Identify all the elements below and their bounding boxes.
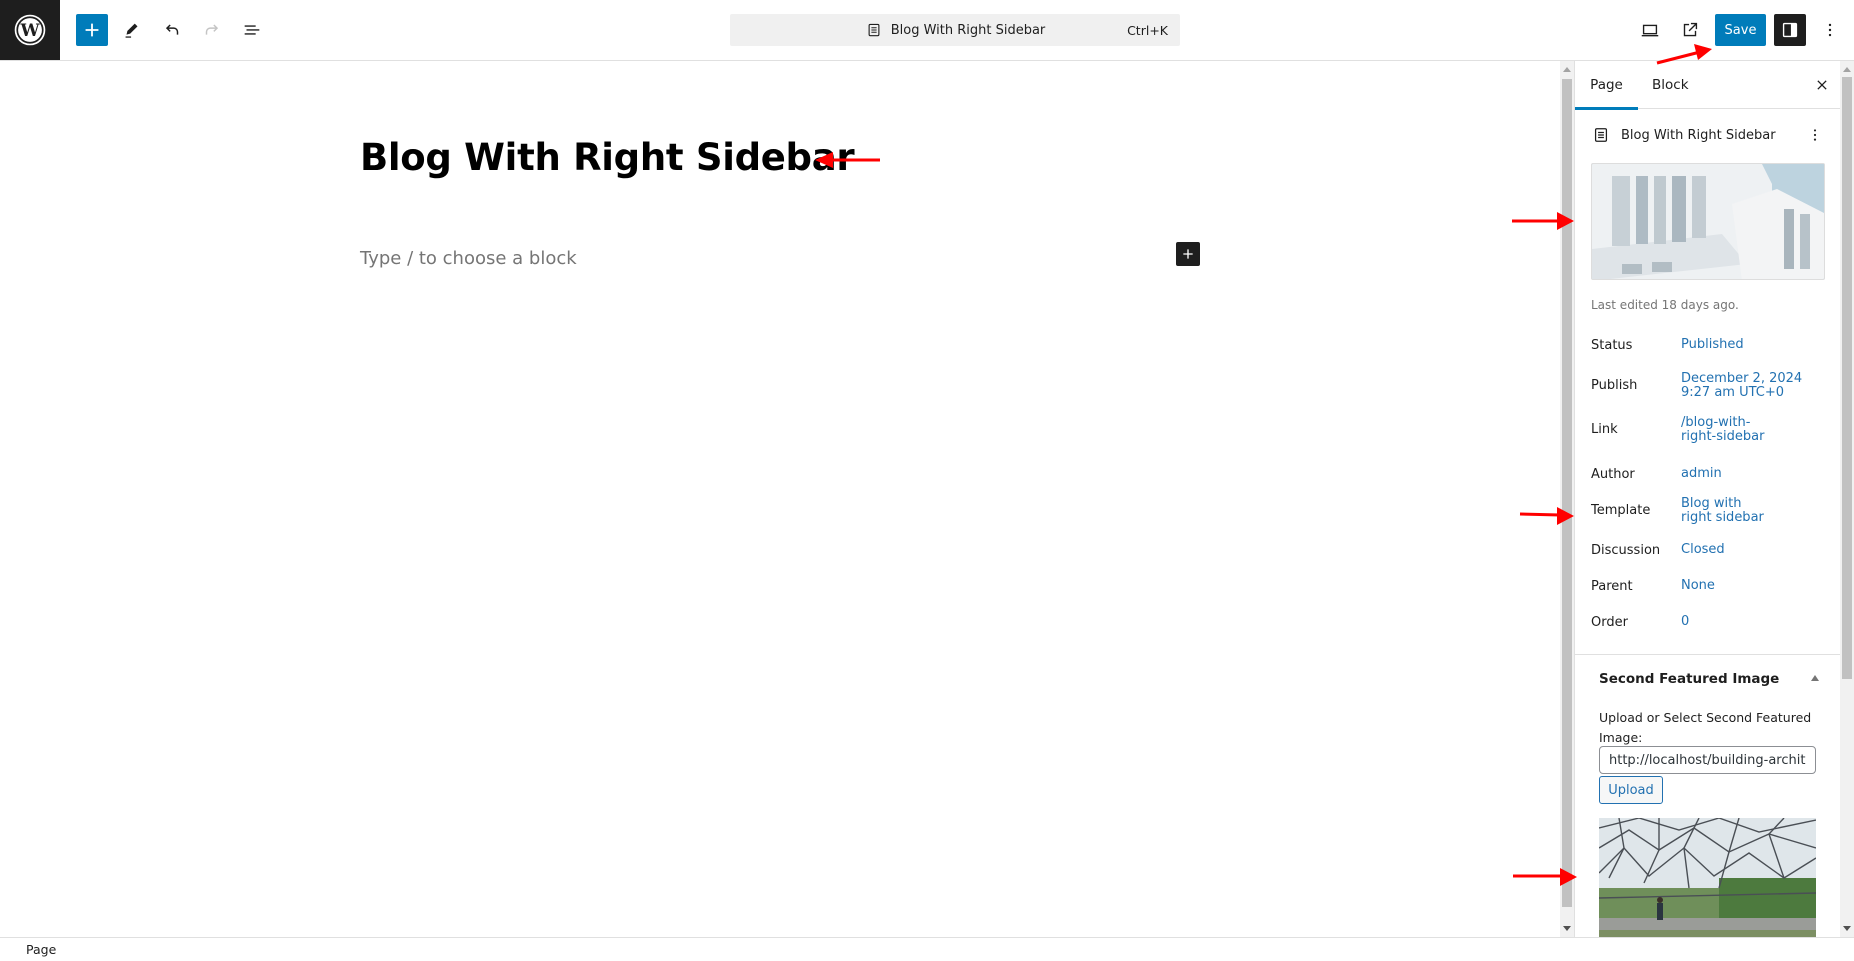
command-bar-title: Blog With Right Sidebar — [890, 22, 1046, 38]
settings-sidebar-toggle[interactable] — [1774, 14, 1806, 46]
sidebar-scroll-thumb[interactable] — [1842, 77, 1852, 679]
canopy-photo — [1599, 818, 1816, 937]
more-vertical-icon — [1813, 129, 1817, 141]
sidebar-icon — [1782, 22, 1798, 38]
meta-label: Link — [1591, 422, 1618, 437]
undo-button[interactable] — [156, 14, 188, 46]
discussion-button[interactable]: Closed — [1681, 543, 1821, 557]
scroll-down-icon[interactable] — [1563, 926, 1571, 931]
breadcrumb[interactable]: Page — [26, 942, 56, 957]
publish-date-button[interactable]: December 2, 2024 9:27 am UTC+0 — [1681, 372, 1821, 400]
redo-button[interactable] — [196, 14, 228, 46]
sidebar-scrollbar[interactable] — [1840, 61, 1854, 937]
pencil-icon — [125, 23, 138, 38]
upload-label: Upload or Select Second Featured Image: — [1599, 710, 1812, 745]
parent-button[interactable]: None — [1681, 579, 1821, 593]
panel-divider — [1575, 654, 1840, 655]
sidebar-tabs: Page Block — [1575, 61, 1840, 110]
command-palette-button[interactable]: Blog With Right Sidebar Ctrl+K — [730, 14, 1180, 46]
tools-button[interactable] — [116, 14, 148, 46]
command-bar-shortcut: Ctrl+K — [1127, 22, 1168, 38]
upload-button[interactable]: Upload — [1599, 776, 1663, 804]
settings-sidebar: Page Block Blog With Right Sidebar Last … — [1574, 61, 1840, 937]
options-menu-button[interactable] — [1814, 14, 1846, 46]
chevron-up-icon — [1811, 675, 1819, 681]
list-view-icon — [244, 25, 260, 35]
post-title[interactable]: Blog With Right Sidebar — [360, 136, 855, 179]
second-featured-image-panel-toggle[interactable]: Second Featured Image — [1599, 669, 1819, 689]
editor-header: W Blog With Right Sidebar Ctrl+K Save — [0, 0, 1854, 61]
plus-icon — [1183, 249, 1193, 259]
document-title: Blog With Right Sidebar — [1621, 127, 1776, 143]
external-link-icon — [1683, 22, 1698, 37]
scroll-down-icon[interactable] — [1843, 926, 1851, 931]
editor-footer: Page — [0, 937, 1854, 961]
template-button[interactable]: Blog with right sidebar — [1681, 497, 1821, 525]
order-button[interactable]: 0 — [1681, 615, 1821, 629]
close-icon — [1817, 80, 1827, 90]
last-edited-text: Last edited 18 days ago. — [1591, 298, 1739, 312]
meta-label: Publish — [1591, 378, 1638, 393]
save-button[interactable]: Save — [1715, 14, 1766, 46]
meta-label: Discussion — [1591, 543, 1661, 558]
status-value-button[interactable]: Published — [1681, 338, 1821, 352]
plus-icon — [85, 23, 99, 37]
more-vertical-icon — [1828, 23, 1832, 37]
second-featured-image-preview — [1599, 818, 1816, 937]
editor-canvas: Blog With Right Sidebar Type / to choose… — [0, 61, 1560, 937]
redo-icon — [205, 24, 219, 35]
permalink-button[interactable]: /blog-with- right-sidebar — [1681, 416, 1821, 444]
document-actions-button[interactable] — [1805, 123, 1825, 147]
second-image-url-input[interactable] — [1599, 746, 1816, 774]
block-inserter-button[interactable] — [76, 14, 108, 46]
canvas-scrollbar[interactable] — [1560, 61, 1574, 937]
scroll-up-icon[interactable] — [1843, 67, 1851, 72]
meta-label: Template — [1591, 503, 1651, 518]
close-sidebar-button[interactable] — [1806, 69, 1838, 101]
svg-text:W: W — [19, 21, 40, 41]
view-page-button[interactable] — [1674, 14, 1706, 46]
tab-block[interactable]: Block — [1652, 61, 1689, 109]
meta-label: Order — [1591, 615, 1628, 630]
document-summary: Blog With Right Sidebar — [1591, 121, 1825, 149]
meta-label: Author — [1591, 467, 1635, 482]
meta-label: Status — [1591, 338, 1633, 353]
undo-icon — [165, 24, 179, 35]
author-button[interactable]: admin — [1681, 467, 1821, 481]
wordpress-logo-button[interactable]: W — [0, 0, 60, 60]
list-view-button[interactable] — [236, 14, 268, 46]
building-photo — [1592, 164, 1824, 279]
meta-label: Parent — [1591, 579, 1633, 594]
page-icon — [868, 23, 880, 37]
wordpress-logo-icon: W — [14, 14, 46, 46]
panel-title: Second Featured Image — [1599, 671, 1780, 687]
canvas-scroll-thumb[interactable] — [1562, 79, 1572, 907]
tab-page[interactable]: Page — [1575, 61, 1638, 110]
block-placeholder[interactable]: Type / to choose a block — [360, 248, 577, 269]
preview-button[interactable] — [1634, 14, 1666, 46]
featured-image[interactable] — [1591, 163, 1825, 280]
page-icon — [1594, 128, 1608, 142]
desktop-icon — [1641, 24, 1659, 37]
scroll-up-icon[interactable] — [1563, 67, 1571, 72]
add-block-button[interactable] — [1176, 242, 1200, 266]
